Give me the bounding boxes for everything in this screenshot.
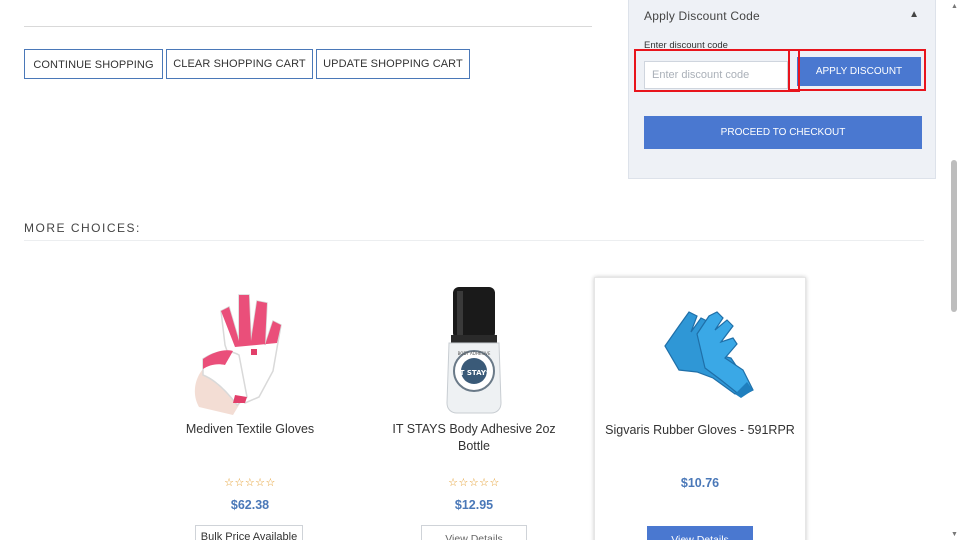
star-rating: ☆☆☆☆☆ [224, 477, 276, 489]
product-price: $10.76 [680, 476, 720, 490]
divider [24, 26, 592, 27]
more-choices-title: MORE CHOICES: [24, 221, 141, 235]
clear-cart-button[interactable]: CLEAR SHOPPING CART [166, 49, 313, 79]
scrollbar[interactable]: ▲ ▼ [948, 0, 960, 540]
product-card[interactable]: Mediven Textile Gloves ☆☆☆☆☆ $62.38 Bulk… [144, 277, 356, 540]
product-price: $62.38 [230, 498, 270, 512]
bulk-price-button[interactable]: Bulk Price Available [195, 525, 303, 540]
scrollbar-thumb[interactable] [951, 160, 957, 312]
continue-shopping-button[interactable]: CONTINUE SHOPPING [24, 49, 163, 79]
discount-panel: Apply Discount Code ▲ Enter discount cod… [628, 0, 936, 179]
rubber-glove-icon[interactable] [635, 286, 765, 416]
discount-title[interactable]: Apply Discount Code [644, 9, 760, 23]
product-price: $12.95 [454, 498, 494, 512]
update-cart-button[interactable]: UPDATE SHOPPING CART [316, 49, 470, 79]
discount-field-label: Enter discount code [644, 40, 728, 51]
textile-glove-icon[interactable] [185, 285, 315, 415]
product-card[interactable]: IT STAYS BODY ADHESIVE IT STAYS Body Adh… [368, 277, 580, 540]
product-name[interactable]: IT STAYS Body Adhesive 2oz Bottle [378, 421, 570, 455]
proceed-to-checkout-button[interactable]: PROCEED TO CHECKOUT [644, 116, 922, 149]
product-name[interactable]: Sigvaris Rubber Gloves - 591RPR [605, 422, 795, 439]
chevron-up-icon[interactable]: ▲ [909, 9, 919, 20]
view-details-button[interactable]: View Details [421, 525, 527, 540]
scroll-up-arrow-icon[interactable]: ▲ [951, 3, 958, 10]
product-card[interactable]: Sigvaris Rubber Gloves - 591RPR $10.76 V… [594, 277, 806, 540]
discount-code-input[interactable] [644, 61, 788, 89]
adhesive-bottle-icon[interactable]: IT STAYS BODY ADHESIVE [409, 285, 539, 415]
apply-discount-button[interactable]: APPLY DISCOUNT [797, 57, 921, 86]
view-details-button[interactable]: View Details [647, 526, 753, 540]
product-name[interactable]: Mediven Textile Gloves [154, 421, 346, 438]
bottle-ring-text: BODY ADHESIVE [458, 351, 491, 356]
divider [24, 240, 924, 241]
cart-page: CONTINUE SHOPPING CLEAR SHOPPING CART UP… [0, 0, 960, 540]
bottle-label: IT STAYS [457, 369, 491, 377]
star-rating: ☆☆☆☆☆ [448, 477, 500, 489]
scroll-down-arrow-icon[interactable]: ▼ [951, 531, 958, 538]
